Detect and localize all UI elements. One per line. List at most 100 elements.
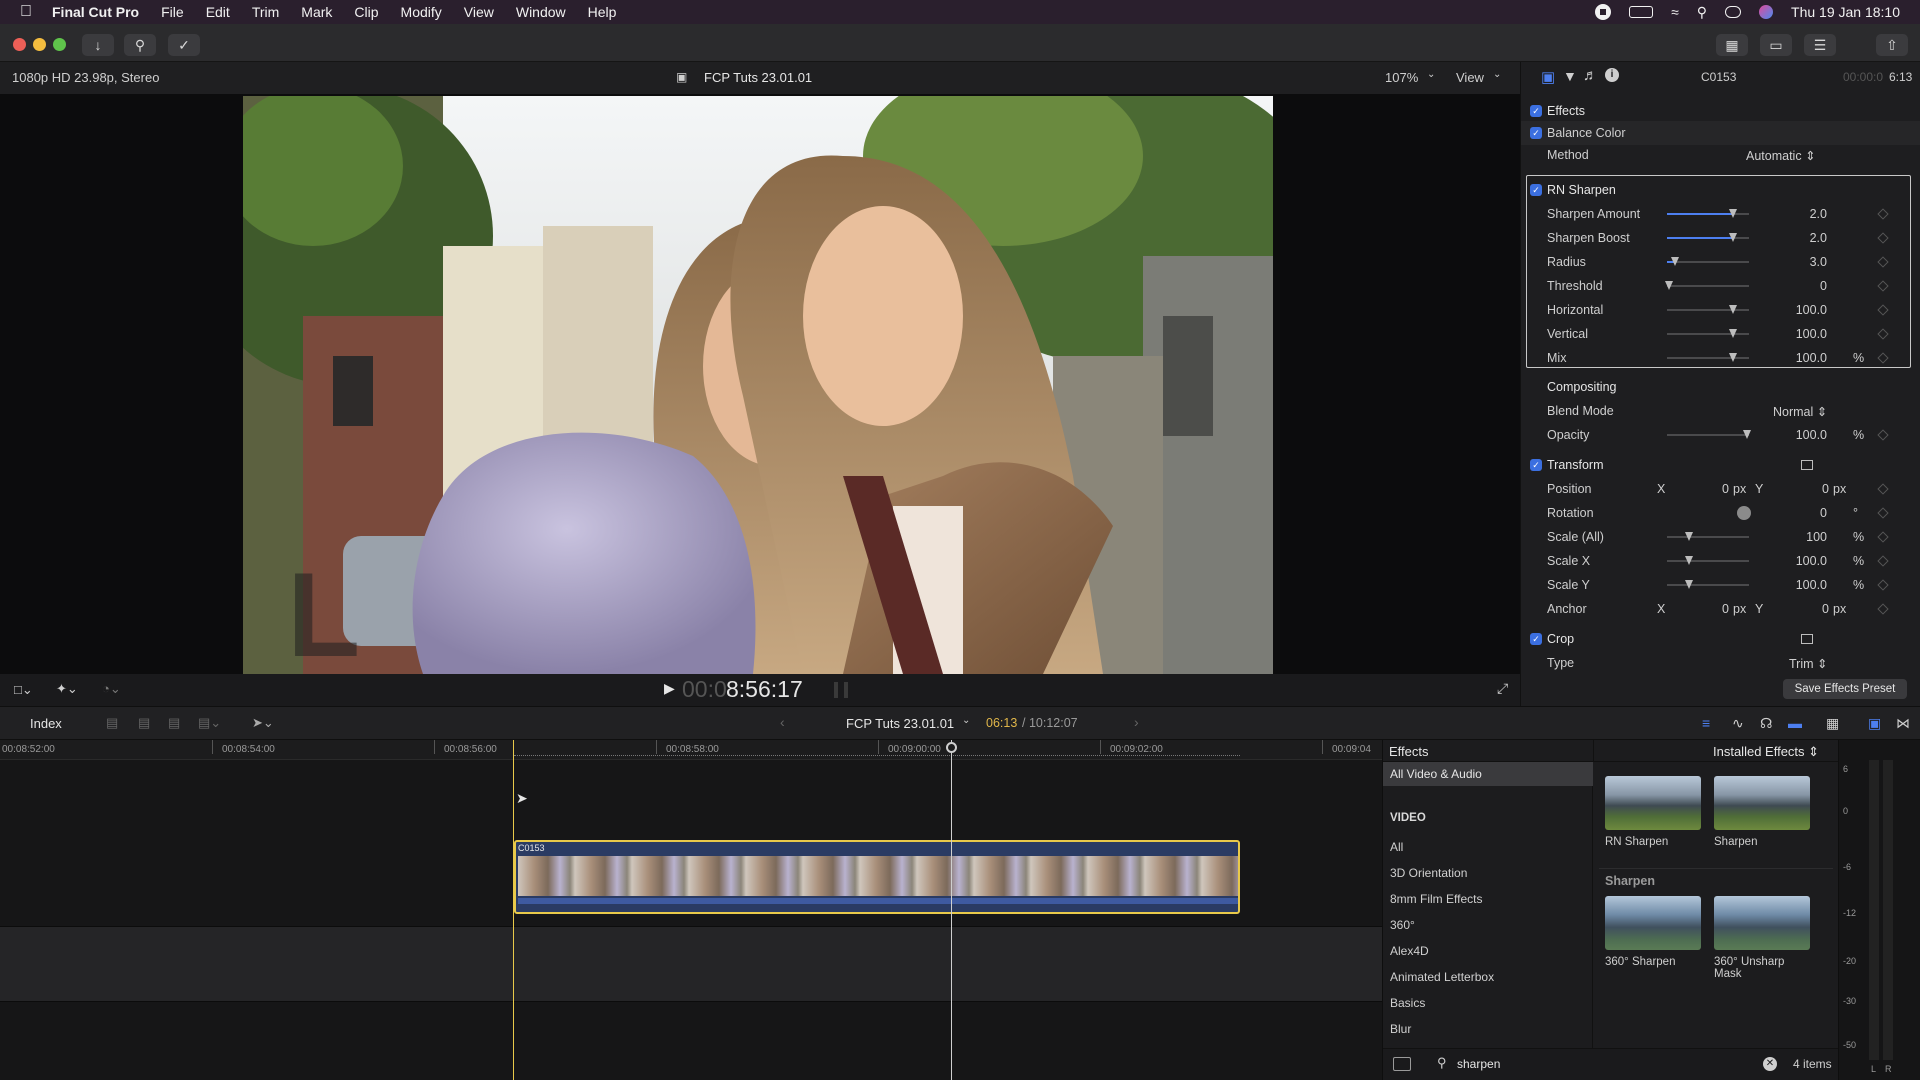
retime-icon[interactable]: ◔⌄ — [102, 681, 121, 697]
browser-toggle-button[interactable]: ▦ — [1716, 34, 1748, 56]
param-slider[interactable] — [1667, 233, 1749, 242]
keyframe-icon[interactable] — [1877, 352, 1889, 364]
installed-effects-popup[interactable]: Installed Effects ⇕ — [1713, 744, 1819, 760]
clock[interactable]: Thu 19 Jan 18:10 — [1791, 4, 1900, 20]
zoom-level[interactable]: 107% — [1385, 70, 1418, 85]
keyframe-icon[interactable] — [1877, 280, 1889, 292]
share-button[interactable]: ⇧ — [1876, 34, 1908, 56]
background-tasks-button[interactable]: ✓ — [168, 34, 200, 56]
param-slider[interactable] — [1667, 329, 1749, 338]
keyframe-icon[interactable] — [1877, 579, 1889, 591]
crop-type-popup[interactable]: Trim ⇕ — [1789, 656, 1827, 671]
append-clip-icon[interactable]: ▤ — [168, 715, 180, 731]
info-inspector-icon[interactable]: i — [1605, 68, 1619, 82]
timeline-project-title[interactable]: FCP Tuts 23.01.01 — [846, 716, 954, 731]
category-all-video-audio[interactable]: All Video & Audio — [1383, 762, 1593, 786]
param-slider-knob[interactable] — [1664, 281, 1673, 290]
wifi-icon[interactable]: ≈ — [1671, 4, 1679, 20]
record-icon[interactable] — [1595, 4, 1612, 20]
keywords-button[interactable]: ⚲ — [124, 34, 156, 56]
forward-icon[interactable]: › — [1134, 714, 1139, 730]
effect-name[interactable]: 360° Unsharp Mask — [1714, 956, 1804, 980]
crop-tools-icon[interactable]: □⌄ — [14, 682, 33, 698]
select-tool-icon[interactable]: ➤⌄ — [252, 715, 274, 731]
param-slider-knob[interactable] — [1728, 305, 1737, 314]
inspector-toggle-button[interactable]: ☰ — [1804, 34, 1836, 56]
insert-clip-icon[interactable]: ▤ — [138, 715, 150, 731]
siri-icon[interactable] — [1759, 5, 1774, 19]
keyframe-icon[interactable] — [1877, 208, 1889, 220]
param-slider-knob[interactable] — [1671, 257, 1680, 266]
scale-y-value[interactable]: 100.0 — [1796, 578, 1827, 592]
position-x-value[interactable]: 0 — [1701, 482, 1729, 496]
balance-color-row[interactable]: ✓ Balance Color — [1521, 121, 1920, 145]
view-menu[interactable]: View — [1456, 70, 1484, 85]
chevron-down-icon[interactable]: ⌄ — [962, 715, 970, 726]
enhance-icon[interactable]: ✦⌄ — [56, 681, 78, 697]
anchor-y-value[interactable]: 0 — [1801, 602, 1829, 616]
video-frame[interactable]: L — [243, 96, 1273, 674]
category-item[interactable]: Basics — [1390, 996, 1425, 1010]
crop-checkbox[interactable]: ✓ — [1530, 633, 1542, 645]
timeline-clip[interactable]: C0153 — [514, 840, 1240, 914]
keyframe-icon[interactable] — [1877, 531, 1889, 543]
menu-mark[interactable]: Mark — [301, 4, 332, 20]
param-slider[interactable] — [1667, 353, 1749, 362]
connect-clip-icon[interactable]: ▤ — [106, 715, 118, 731]
chevron-down-icon[interactable]: ⌄ — [1493, 69, 1501, 80]
apple-icon[interactable]:  — [20, 3, 36, 21]
video-inspector-icon[interactable]: ▣ — [1541, 68, 1555, 86]
zoom-button[interactable] — [53, 38, 66, 51]
timeline-ruler[interactable]: 00:08:52:00 00:08:54:00 00:08:56:00 00:0… — [0, 740, 1382, 760]
effects-search-input[interactable]: sharpen — [1457, 1057, 1500, 1071]
sidebar-toggle-icon[interactable] — [1393, 1057, 1411, 1071]
battery-icon[interactable] — [1629, 6, 1654, 18]
keyframe-icon[interactable] — [1877, 555, 1889, 567]
param-value[interactable]: 0 — [1820, 279, 1827, 293]
effect-thumbnail-rn-sharpen[interactable] — [1605, 776, 1701, 830]
param-slider-knob[interactable] — [1728, 209, 1737, 218]
keyframe-icon[interactable] — [1877, 256, 1889, 268]
keyframe-icon[interactable] — [1877, 304, 1889, 316]
effects-checkbox[interactable]: ✓ — [1530, 105, 1542, 117]
fullscreen-icon[interactable]: ⤢ — [1497, 680, 1508, 697]
effect-name[interactable]: RN Sharpen — [1605, 836, 1715, 848]
effect-name[interactable]: Sharpen — [1714, 836, 1824, 848]
playhead[interactable] — [951, 740, 952, 1080]
param-value[interactable]: 2.0 — [1810, 207, 1827, 221]
keyframe-icon[interactable] — [1877, 328, 1889, 340]
menu-view[interactable]: View — [464, 4, 494, 20]
chevron-down-icon[interactable]: ⌄ — [1427, 69, 1435, 80]
param-slider-knob[interactable] — [1728, 329, 1737, 338]
keyframe-icon[interactable] — [1877, 507, 1889, 519]
balance-color-checkbox[interactable]: ✓ — [1530, 127, 1542, 139]
blend-mode-popup[interactable]: Normal ⇕ — [1773, 404, 1827, 419]
menu-edit[interactable]: Edit — [206, 4, 230, 20]
rn-sharpen-row[interactable]: ✓ RN Sharpen — [1521, 178, 1920, 202]
back-icon[interactable]: ‹ — [780, 714, 785, 730]
menu-modify[interactable]: Modify — [401, 4, 442, 20]
param-value[interactable]: 2.0 — [1810, 231, 1827, 245]
snapping-icon[interactable]: ▬ — [1788, 715, 1802, 731]
audio-inspector-icon[interactable]: ♬ — [1583, 67, 1598, 84]
param-slider-knob[interactable] — [1728, 233, 1737, 242]
rotation-dial[interactable] — [1737, 506, 1751, 520]
rn-sharpen-checkbox[interactable]: ✓ — [1530, 184, 1542, 196]
param-value[interactable]: 100.0 — [1796, 327, 1827, 341]
category-item[interactable]: 360° — [1390, 918, 1415, 932]
param-slider[interactable] — [1664, 281, 1749, 290]
skimming-icon[interactable]: ≡ — [1702, 715, 1710, 731]
opacity-value[interactable]: 100.0 — [1796, 428, 1827, 442]
menu-clip[interactable]: Clip — [354, 4, 378, 20]
menu-trim[interactable]: Trim — [252, 4, 279, 20]
param-value[interactable]: 3.0 — [1810, 255, 1827, 269]
transform-row[interactable]: ✓ Transform — [1521, 453, 1920, 477]
scale-all-slider[interactable] — [1667, 532, 1749, 541]
audio-lane[interactable] — [0, 926, 1382, 1002]
opacity-slider[interactable] — [1667, 430, 1751, 439]
category-item[interactable]: All — [1390, 840, 1403, 854]
menu-window[interactable]: Window — [516, 4, 566, 20]
scale-x-slider[interactable] — [1667, 556, 1749, 565]
rotation-value[interactable]: 0 — [1820, 506, 1827, 520]
method-popup[interactable]: Automatic ⇕ — [1746, 148, 1816, 163]
